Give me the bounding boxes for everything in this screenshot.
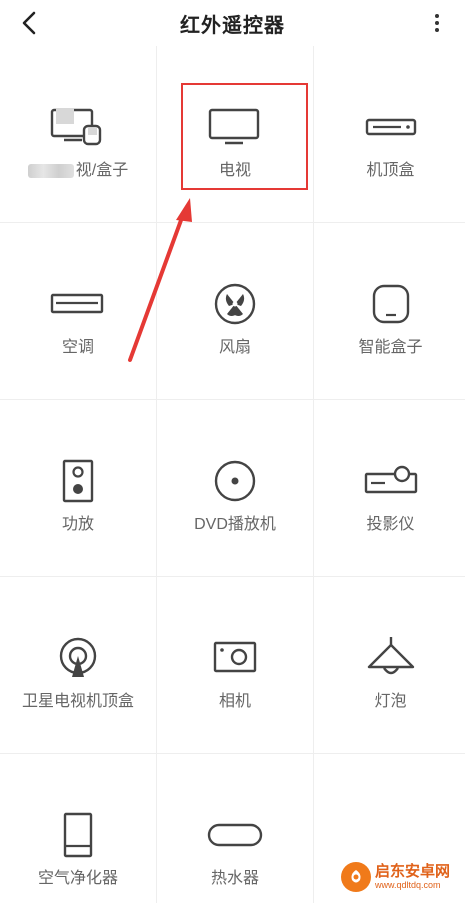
device-label: 相机 bbox=[218, 693, 251, 710]
tv-box-icon bbox=[48, 104, 108, 150]
tv-icon bbox=[205, 104, 265, 150]
lamp-icon bbox=[361, 635, 421, 681]
more-vertical-icon bbox=[435, 14, 439, 32]
device-fan[interactable]: 风扇 bbox=[157, 223, 313, 399]
device-water-heater[interactable]: 热水器 bbox=[157, 754, 313, 907]
satellite-icon bbox=[48, 635, 108, 681]
smart-box-icon bbox=[361, 281, 421, 327]
camera-icon bbox=[205, 635, 265, 681]
projector-icon bbox=[361, 458, 421, 504]
device-label: 灯泡 bbox=[374, 693, 407, 710]
device-label: 机顶盒 bbox=[366, 162, 415, 179]
device-label: 功放 bbox=[61, 516, 94, 533]
device-grid: 视/盒子 电视 机顶盒 空调 风扇 智能盒子 功放 DVD播放机 投影仪 卫星电… bbox=[0, 46, 465, 907]
empty-cell bbox=[314, 754, 465, 907]
device-label: 投影仪 bbox=[366, 516, 415, 533]
device-smart-box[interactable]: 智能盒子 bbox=[314, 223, 465, 399]
air-purifier-icon bbox=[48, 812, 108, 858]
device-label: 卫星电视机顶盒 bbox=[21, 693, 134, 710]
more-options-button[interactable] bbox=[425, 8, 449, 38]
amplifier-icon bbox=[48, 458, 108, 504]
device-satellite[interactable]: 卫星电视机顶盒 bbox=[0, 577, 156, 753]
page-title: 红外遥控器 bbox=[180, 15, 285, 37]
device-label: DVD播放机 bbox=[194, 516, 276, 533]
device-label: 电视 bbox=[218, 162, 251, 179]
fan-icon bbox=[205, 281, 265, 327]
top-bar: 红外遥控器 bbox=[0, 0, 465, 46]
device-label: 视/盒子 bbox=[0, 156, 156, 180]
device-camera[interactable]: 相机 bbox=[157, 577, 313, 753]
water-heater-icon bbox=[205, 812, 265, 858]
air-conditioner-icon bbox=[48, 281, 108, 327]
device-tv-box[interactable]: 视/盒子 bbox=[0, 46, 156, 222]
device-label: 空调 bbox=[61, 339, 94, 356]
device-label: 风扇 bbox=[218, 339, 251, 356]
device-air-conditioner[interactable]: 空调 bbox=[0, 223, 156, 399]
device-lamp[interactable]: 灯泡 bbox=[314, 577, 465, 753]
device-tv[interactable]: 电视 bbox=[157, 46, 313, 222]
device-label: 空气净化器 bbox=[37, 870, 118, 887]
device-label: 智能盒子 bbox=[358, 339, 423, 356]
device-air-purifier[interactable]: 空气净化器 bbox=[0, 754, 156, 907]
blurred-text bbox=[27, 163, 74, 178]
device-label: 热水器 bbox=[210, 870, 259, 887]
device-amplifier[interactable]: 功放 bbox=[0, 400, 156, 576]
device-set-top-box[interactable]: 机顶盒 bbox=[314, 46, 465, 222]
device-projector[interactable]: 投影仪 bbox=[314, 400, 465, 576]
set-top-box-icon bbox=[361, 104, 421, 150]
dvd-player-icon bbox=[205, 458, 265, 504]
device-dvd-player[interactable]: DVD播放机 bbox=[157, 400, 313, 576]
